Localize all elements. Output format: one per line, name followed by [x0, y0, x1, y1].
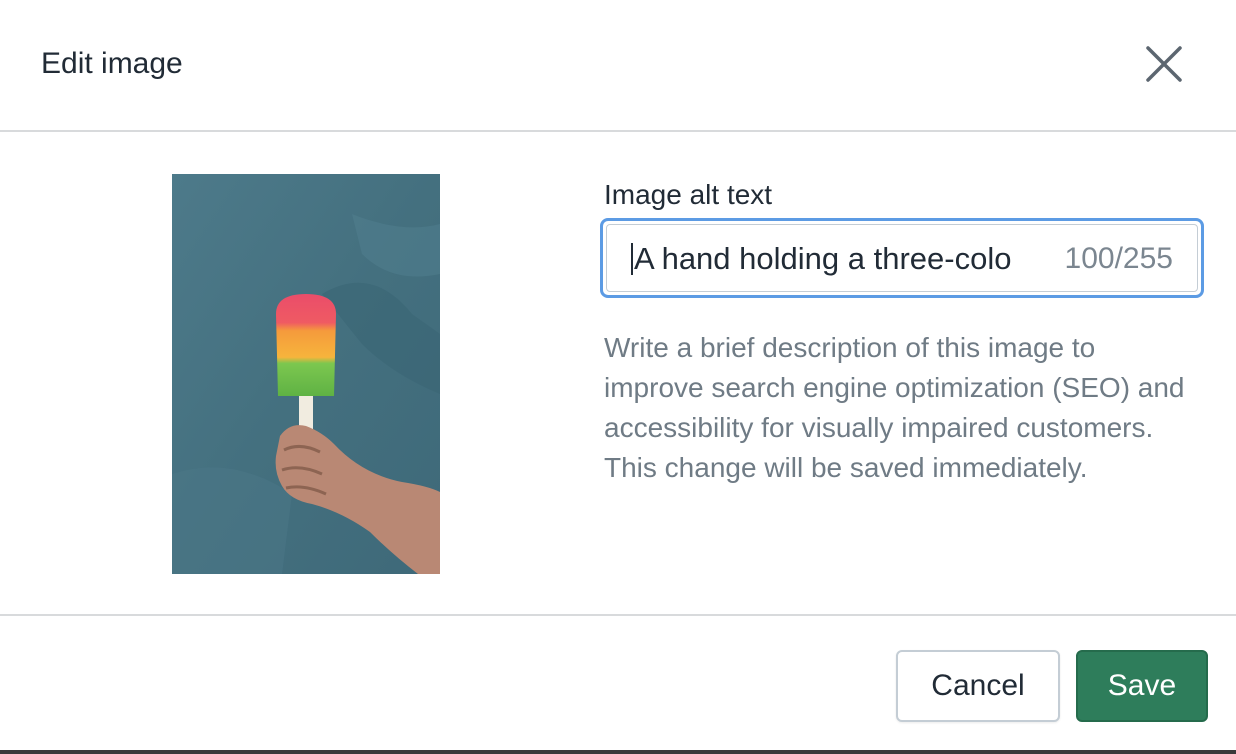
window-edge	[0, 750, 1236, 754]
alt-text-input[interactable]: A hand holding a three-colo	[631, 225, 1025, 291]
alt-text-focus-ring: A hand holding a three-colo 100/255	[600, 218, 1204, 298]
dialog-footer: Cancel Save	[0, 614, 1236, 754]
dialog-header: Edit image	[0, 0, 1236, 132]
alt-text-label: Image alt text	[604, 179, 773, 210]
dialog-title: Edit image	[41, 47, 183, 80]
alt-text-input-box[interactable]: A hand holding a three-colo 100/255	[606, 224, 1198, 292]
alt-text-help-text: Write a brief description of this image …	[604, 332, 1185, 483]
image-preview	[172, 174, 440, 574]
cancel-button[interactable]: Cancel	[896, 650, 1060, 722]
popsicle-photo	[172, 174, 440, 574]
close-button[interactable]	[1138, 38, 1190, 90]
close-icon	[1146, 46, 1182, 82]
character-counter: 100/255	[1064, 242, 1173, 275]
save-button[interactable]: Save	[1076, 650, 1208, 722]
alt-text-form: Image alt text A hand holding a three-co…	[600, 176, 1204, 483]
edit-image-dialog: Edit image Image alt text A hand holding…	[0, 0, 1236, 754]
dialog-body: Image alt text A hand holding a three-co…	[0, 132, 1236, 614]
